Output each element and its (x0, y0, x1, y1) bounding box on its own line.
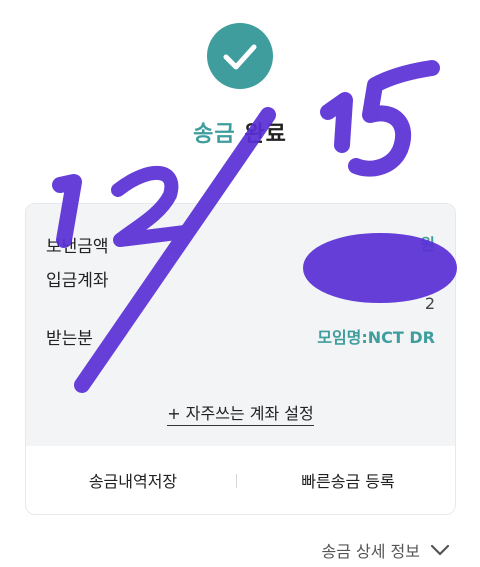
quick-transfer-register-button[interactable]: 빠른송금 등록 (241, 468, 455, 492)
summary-panel: 보낸금액 원 입금계좌 2 받는분 모임명:NCT DR + 자주쓰는 계좌 설… (26, 204, 455, 446)
chevron-down-icon (430, 544, 450, 556)
title-part-transfer: 송금 (193, 122, 236, 147)
title-part-complete: 완료 (244, 122, 287, 147)
action-divider (236, 474, 237, 488)
recipient-label: 받는분 (46, 329, 93, 349)
sent-amount-label: 보낸금액 (46, 237, 109, 257)
frequent-account-link-text[interactable]: + 자주쓰는 계좌 설정 (167, 404, 314, 426)
transfer-details-toggle[interactable]: 송금 상세 정보 (322, 538, 451, 562)
frequent-account-setting-link: + 자주쓰는 계좌 설정 (26, 400, 455, 426)
success-check-icon (207, 23, 273, 89)
page-title: 송금 완료 (0, 116, 480, 148)
recipient-value: 모임명:NCT DR (317, 328, 435, 347)
details-label: 송금 상세 정보 (321, 542, 421, 561)
deposit-account-label: 입금계좌 (46, 271, 109, 291)
save-history-button[interactable]: 송금내역저장 (26, 468, 240, 492)
deposit-account-value: 2 (424, 294, 435, 313)
transfer-summary-card: 보낸금액 원 입금계좌 2 받는분 모임명:NCT DR + 자주쓰는 계좌 설… (25, 203, 456, 515)
sent-amount-value: 원 (420, 235, 435, 254)
